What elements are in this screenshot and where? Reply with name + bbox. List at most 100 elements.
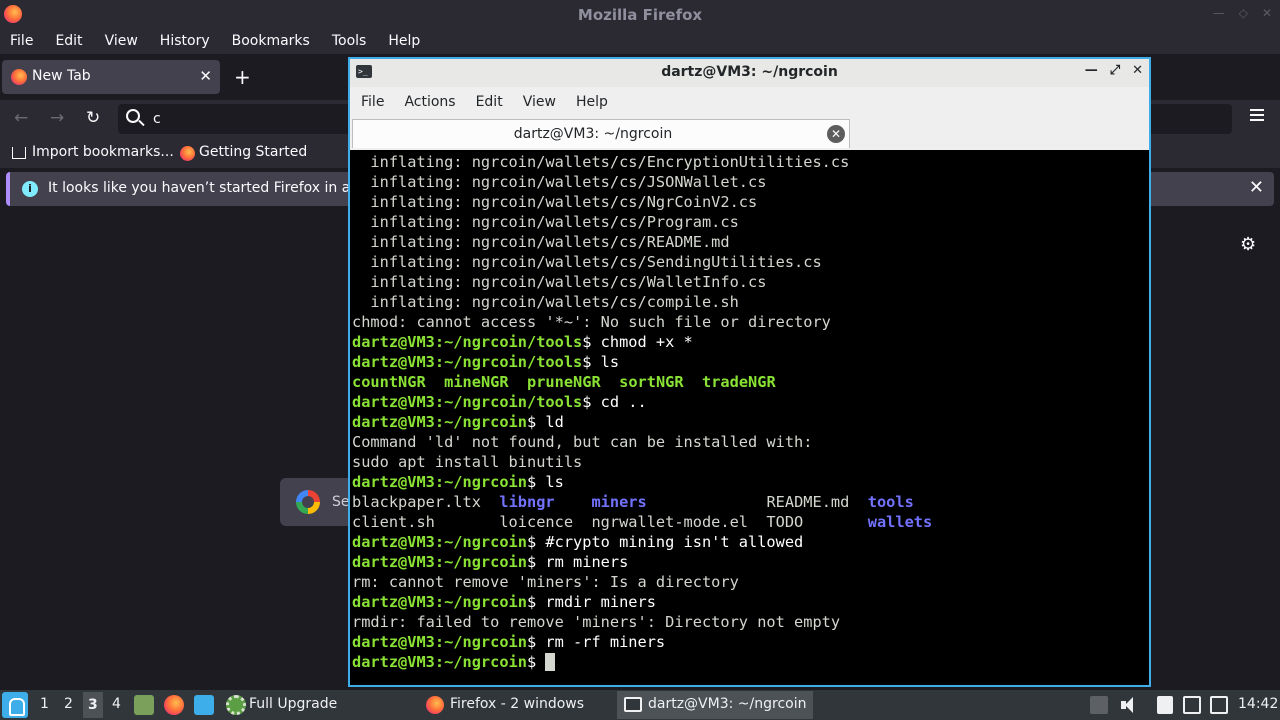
back-icon[interactable]: ←: [14, 108, 28, 128]
search-placeholder: Se: [332, 494, 350, 510]
menu-history[interactable]: History: [160, 30, 210, 54]
term-menu-help[interactable]: Help: [576, 87, 608, 118]
clipboard-icon[interactable]: [1157, 696, 1173, 714]
close-icon[interactable]: ✕: [1262, 6, 1272, 20]
url-input[interactable]: c: [153, 111, 161, 127]
terminal-line: rmdir: failed to remove 'miners': Direct…: [352, 612, 1147, 632]
bookmark-getting-started[interactable]: Getting Started: [199, 144, 307, 160]
bookmark-import[interactable]: Import bookmarks...: [32, 144, 174, 160]
tab-close-icon[interactable]: ✕: [199, 67, 212, 85]
gear-icon[interactable]: ⚙: [1240, 234, 1256, 255]
terminal-line: chmod: cannot access '*~': No such file …: [352, 312, 1147, 332]
reload-icon[interactable]: ↻: [86, 108, 100, 128]
term-menu-edit[interactable]: Edit: [476, 87, 503, 118]
terminal-text: $ ld: [526, 413, 564, 431]
terminal-tab-close-icon[interactable]: ✕: [827, 125, 845, 143]
prompt: dartz@VM3:~/ngrcoin: [352, 593, 527, 611]
maximize-icon[interactable]: ⤢: [1110, 63, 1120, 78]
directory-entry: miners: [591, 493, 647, 511]
firefox-task-icon: [426, 696, 444, 714]
terminal-output[interactable]: inflating: ngrcoin/wallets/cs/Encryption…: [352, 152, 1147, 683]
terminal-text: $: [526, 653, 546, 671]
terminal-line: inflating: ngrcoin/wallets/cs/NgrCoinV2.…: [352, 192, 1147, 212]
menu-tools[interactable]: Tools: [332, 30, 367, 54]
notification-close-icon[interactable]: ✕: [1249, 177, 1264, 198]
workspace-3[interactable]: 3: [83, 692, 103, 718]
menu-file[interactable]: File: [10, 30, 33, 54]
file-manager-icon[interactable]: [134, 695, 154, 715]
terminal-line: inflating: ngrcoin/wallets/cs/Program.cs: [352, 212, 1147, 232]
menu-bookmarks[interactable]: Bookmarks: [232, 30, 310, 54]
terminal-text: README.md: [646, 493, 868, 511]
workspace-1[interactable]: 1: [40, 696, 49, 712]
start-menu-button[interactable]: [2, 692, 28, 718]
terminal-line: inflating: ngrcoin/wallets/cs/compile.sh: [352, 292, 1147, 312]
executable-entry: pruneNGR: [527, 373, 601, 391]
firefox-menubar: File Edit View History Bookmarks Tools H…: [0, 30, 1280, 54]
terminal-tab-label: dartz@VM3: ~/ngrcoin: [513, 126, 673, 142]
prompt: dartz@VM3:~/ngrcoin/tools: [352, 393, 583, 411]
menu-hamburger-icon[interactable]: [1250, 109, 1264, 121]
workspace-4[interactable]: 4: [112, 696, 121, 712]
workspace-2[interactable]: 2: [64, 696, 73, 712]
term-menu-actions[interactable]: Actions: [404, 87, 455, 118]
task-terminal[interactable]: dartz@VM3: ~/ngrcoin: [617, 691, 813, 719]
terminal-menubar: File Actions Edit View Help: [350, 87, 1149, 118]
terminal-text: sudo apt install binutils: [352, 453, 583, 471]
menu-help[interactable]: Help: [388, 30, 420, 54]
terminal-text: blackpaper.ltx: [352, 493, 500, 511]
network-icon[interactable]: [1210, 696, 1228, 714]
terminal-line: dartz@VM3:~/ngrcoin$ rm miners: [352, 552, 1147, 572]
tray-expand-icon[interactable]: [1090, 696, 1108, 714]
forward-icon[interactable]: →: [50, 108, 64, 128]
terminal-line: rm: cannot remove 'miners': Is a directo…: [352, 572, 1147, 592]
desktop-icon[interactable]: [194, 695, 214, 715]
firefox-launcher-icon[interactable]: [164, 695, 184, 715]
terminal-tab[interactable]: dartz@VM3: ~/ngrcoin ✕: [352, 119, 850, 148]
minimize-icon[interactable]: —: [1085, 63, 1098, 78]
terminal-text: $ #crypto mining isn't allowed: [526, 533, 804, 551]
terminal-text: inflating: ngrcoin/wallets/cs/compile.sh: [352, 293, 739, 311]
terminal-text: chmod: cannot access '*~': No such file …: [352, 313, 831, 331]
tab-new-tab[interactable]: New Tab ✕: [2, 60, 220, 94]
executable-entry: countNGR: [352, 373, 426, 391]
terminal-line: dartz@VM3:~/ngrcoin$ rm -rf miners: [352, 632, 1147, 652]
terminal-line: Command 'ld' not found, but can be insta…: [352, 432, 1147, 452]
prompt: dartz@VM3:~/ngrcoin/tools: [352, 353, 583, 371]
terminal-line: countNGR mineNGR pruneNGR sortNGR tradeN…: [352, 372, 1147, 392]
new-tab-button[interactable]: +: [234, 65, 251, 89]
maximize-icon[interactable]: ◇: [1239, 6, 1248, 20]
terminal-text: rmdir: failed to remove 'miners': Direct…: [352, 613, 841, 631]
terminal-text: inflating: ngrcoin/wallets/cs/Program.cs: [352, 213, 739, 231]
directory-entry: tools: [867, 493, 914, 511]
terminal-text: inflating: ngrcoin/wallets/cs/SendingUti…: [352, 253, 822, 271]
terminal-line: inflating: ngrcoin/wallets/cs/JSONWallet…: [352, 172, 1147, 192]
executable-entry: tradeNGR: [702, 373, 776, 391]
menu-view[interactable]: View: [105, 30, 138, 54]
terminal-line: inflating: ngrcoin/wallets/cs/README.md: [352, 232, 1147, 252]
term-menu-file[interactable]: File: [361, 87, 384, 118]
terminal-line: dartz@VM3:~/ngrcoin$ rmdir miners: [352, 592, 1147, 612]
minimize-icon[interactable]: —: [1213, 6, 1225, 20]
terminal-titlebar[interactable]: >_ dartz@VM3: ~/ngrcoin — ⤢ ✕: [350, 59, 1149, 87]
task-firefox[interactable]: Firefox - 2 windows: [420, 691, 612, 719]
task-firefox-label: Firefox - 2 windows: [450, 696, 585, 712]
terminal-line: dartz@VM3:~/ngrcoin/tools$ ls: [352, 352, 1147, 372]
close-icon[interactable]: ✕: [1132, 63, 1143, 78]
term-menu-view[interactable]: View: [523, 87, 556, 118]
updates-icon[interactable]: [1183, 696, 1201, 714]
clock[interactable]: 14:42: [1238, 696, 1278, 712]
terminal-text: $ chmod +x *: [582, 333, 693, 351]
upgrade-gear-icon[interactable]: [226, 695, 246, 715]
firefox-window-title: Mozilla Firefox: [577, 6, 703, 24]
volume-icon[interactable]: [1120, 696, 1138, 714]
taskbar: 1 2 3 4 Full Upgrade Firefox - 2 windows…: [0, 690, 1280, 720]
terminal-line: dartz@VM3:~/ngrcoin/tools$ cd ..: [352, 392, 1147, 412]
terminal-text: rm: cannot remove 'miners': Is a directo…: [352, 573, 739, 591]
full-upgrade-label[interactable]: Full Upgrade: [249, 696, 337, 712]
menu-edit[interactable]: Edit: [55, 30, 82, 54]
terminal-text: inflating: ngrcoin/wallets/cs/README.md: [352, 233, 730, 251]
search-icon: [126, 109, 140, 123]
firefox-bookmark-icon: [180, 146, 195, 161]
